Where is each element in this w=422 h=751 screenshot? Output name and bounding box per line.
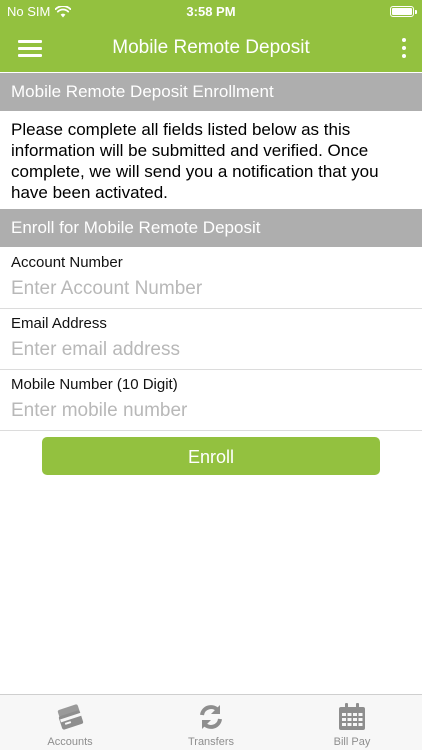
tab-bill-pay[interactable]: Bill Pay	[282, 695, 422, 751]
account-number-field: Account Number	[0, 248, 422, 309]
enroll-form-header: Enroll for Mobile Remote Deposit	[0, 209, 422, 247]
tab-bill-pay-label: Bill Pay	[333, 736, 371, 748]
mobile-number-field: Mobile Number (10 Digit)	[0, 370, 422, 431]
refresh-arrows-icon	[200, 705, 222, 729]
email-address-label: Email Address	[11, 315, 107, 332]
more-vertical-icon[interactable]	[400, 38, 408, 60]
mobile-number-input[interactable]	[11, 398, 411, 424]
navigation-bar: Mobile Remote Deposit	[0, 24, 422, 72]
enroll-button[interactable]: Enroll	[42, 437, 380, 475]
account-number-input[interactable]	[11, 276, 411, 302]
email-address-field: Email Address	[0, 309, 422, 370]
clock: 3:58 PM	[186, 4, 236, 19]
email-input[interactable]	[11, 337, 411, 363]
tab-transfers-label: Transfers	[187, 736, 235, 748]
status-bar: No SIM 3:58 PM	[0, 0, 422, 24]
tab-accounts-label: Accounts	[47, 736, 93, 748]
app-header: No SIM 3:58 PM Mobile Remote Deposit	[0, 0, 422, 72]
tab-accounts[interactable]: Accounts	[0, 695, 140, 751]
credit-cards-icon	[57, 704, 84, 730]
enrollment-instructions: Please complete all fields listed below …	[11, 120, 379, 202]
page-title: Mobile Remote Deposit	[112, 37, 310, 58]
enrollment-section-header: Mobile Remote Deposit Enrollment	[0, 73, 422, 111]
mobile-number-label: Mobile Number (10 Digit)	[11, 376, 178, 393]
account-number-label: Account Number	[11, 254, 123, 271]
tab-bar: Accounts Transfers Bill Pay	[0, 694, 422, 750]
calendar-icon	[339, 703, 365, 730]
tab-transfers[interactable]: Transfers	[141, 695, 281, 751]
battery-icon	[390, 6, 417, 17]
